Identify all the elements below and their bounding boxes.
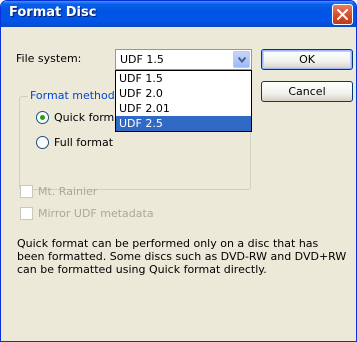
close-button[interactable] [332,4,353,25]
radio-selected-dot [40,115,45,120]
mt-rainier-checkbox[interactable] [20,185,33,198]
full-format-label[interactable]: Full format [54,136,113,149]
mirror-udf-checkbox[interactable] [20,207,33,220]
full-format-radio[interactable] [36,136,49,149]
dropdown-option[interactable]: UDF 2.0 [116,86,251,101]
title-bar[interactable]: Format Disc [1,1,356,27]
close-icon [337,9,348,20]
format-method-legend: Format method [28,89,117,102]
quick-format-label[interactable]: Quick form [54,111,114,124]
format-description: Quick format can be performed only on a … [17,237,347,276]
file-system-value: UDF 1.5 [120,53,164,66]
mt-rainier-label: Mt. Rainier [38,185,98,198]
chevron-down-icon [238,57,246,63]
file-system-dropdown-list[interactable]: UDF 1.5 UDF 2.0 UDF 2.01 UDF 2.5 [115,70,252,132]
file-system-select[interactable]: UDF 1.5 [115,49,252,70]
mirror-udf-label: Mirror UDF metadata [38,207,154,220]
dropdown-option-highlighted[interactable]: UDF 2.5 [116,116,251,131]
ok-button[interactable]: OK [261,49,353,70]
dropdown-button[interactable] [233,51,250,68]
file-system-label: File system: [16,52,82,65]
window-title: Format Disc [9,5,97,20]
cancel-button[interactable]: Cancel [261,81,353,102]
dropdown-option[interactable]: UDF 2.01 [116,101,251,116]
dialog-body: File system: UDF 1.5 OK Cancel Format me… [4,27,355,340]
quick-format-radio[interactable] [36,111,49,124]
format-disc-dialog: Format Disc File system: UDF 1.5 OK Canc… [0,0,357,342]
dropdown-option[interactable]: UDF 1.5 [116,71,251,86]
